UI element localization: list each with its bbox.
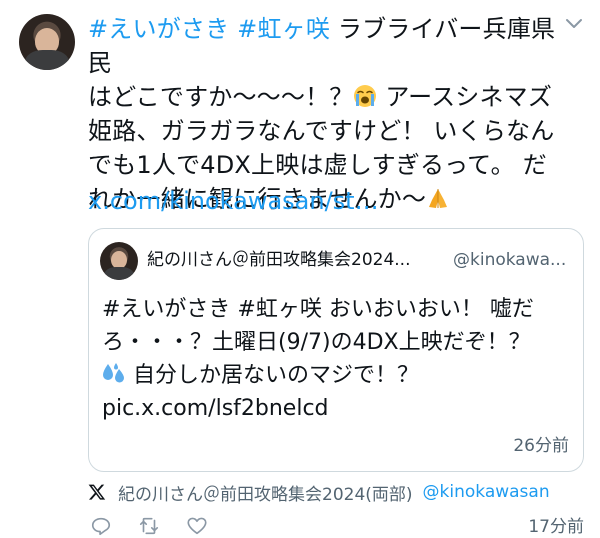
reply-icon[interactable] <box>90 515 112 537</box>
post-text-segment: アースシネマズ <box>377 83 553 111</box>
quoted-text-segment: #えいがさき #虹ヶ咲 おいおいおい！ 嘘だ <box>102 297 534 322</box>
x-logo-icon <box>88 484 106 500</box>
post-text-segment: でも1人で4DX上映は虚しすぎるって。 だ <box>88 151 547 179</box>
loudly-crying-face-icon <box>354 85 377 107</box>
attribution-handle[interactable]: @kinokawasan <box>423 482 550 502</box>
quoted-timestamp[interactable]: 26分前 <box>513 431 569 456</box>
action-bar <box>90 514 234 538</box>
post-text-segment: はどこですか〜〜〜！？ <box>88 83 354 111</box>
folded-hands-icon <box>429 189 448 208</box>
hashtag-link[interactable]: #えいがさき <box>88 15 229 43</box>
quoted-author-name[interactable]: 紀の川さん＠前田攻略集会2024... <box>147 249 410 271</box>
post-link[interactable]: x.com/kinokawasan/st… <box>88 186 379 216</box>
quoted-author-avatar[interactable] <box>100 242 138 280</box>
quoted-post-text: #えいがさき #虹ヶ咲 おいおいおい！ 嘘だ ろ・・・？土曜日(9/7)の4DX… <box>102 293 574 425</box>
post-text-segment: 姫路、ガラガラなんですけど！ いくらなん <box>88 117 555 145</box>
quoted-text-segment: ろ・・・？土曜日(9/7)の4DX上映だぞ！？ <box>102 330 531 355</box>
quoted-text-segment: 自分しか居ないのマジで！？ <box>126 363 419 388</box>
hashtag-link[interactable]: #虹ヶ咲 <box>237 15 330 43</box>
like-heart-icon[interactable] <box>186 515 208 537</box>
quoted-author-handle[interactable]: @kinokawa... <box>453 249 566 271</box>
repost-icon[interactable] <box>138 515 160 537</box>
attribution-name[interactable]: 紀の川さん＠前田攻略集会2024(両部) <box>118 480 413 505</box>
post-timestamp[interactable]: 17分前 <box>528 512 584 537</box>
quoted-media-link[interactable]: pic.x.com/lsf2bnelcd <box>102 396 329 421</box>
sweat-droplets-icon <box>103 363 124 383</box>
source-attribution: 紀の川さん＠前田攻略集会2024(両部) @kinokawasan <box>88 480 550 505</box>
quoted-post[interactable]: 紀の川さん＠前田攻略集会2024... @kinokawa... #えいがさき … <box>88 228 584 472</box>
author-avatar[interactable] <box>19 14 75 70</box>
